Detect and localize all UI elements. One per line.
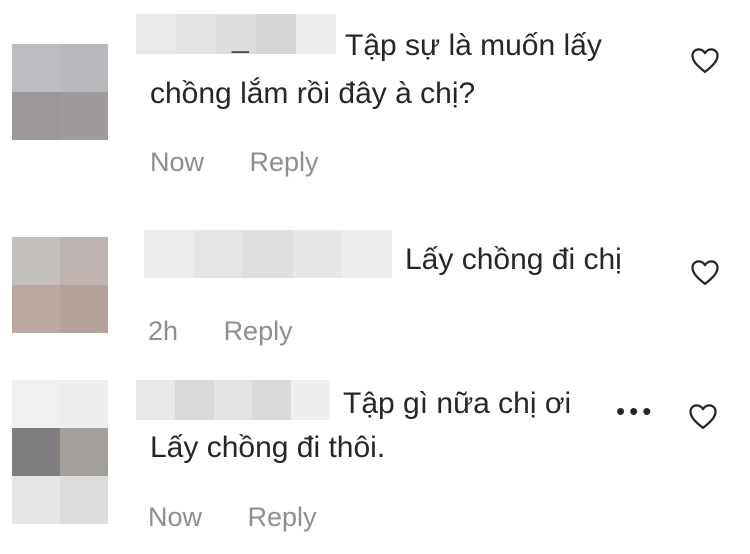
avatar-pixel xyxy=(60,380,108,428)
username-pixel xyxy=(296,14,336,54)
timestamp: 2h xyxy=(148,316,179,346)
avatar-pixel xyxy=(12,44,60,92)
reply-button[interactable]: Reply xyxy=(224,316,293,347)
avatar-pixel xyxy=(60,92,108,140)
username-pixel xyxy=(174,380,214,420)
username-pixel xyxy=(213,380,253,420)
avatar-pixel xyxy=(12,237,60,285)
username-blurred[interactable] xyxy=(144,230,392,278)
username-pixel xyxy=(144,230,194,278)
avatar-pixel xyxy=(12,428,60,476)
avatar-pixel xyxy=(60,237,108,285)
comment-text-line-1: Lấy chồng đi chị xyxy=(405,243,622,276)
comment-text-line-2: Lấy chồng đi thôi. xyxy=(150,431,386,464)
username-pixel xyxy=(292,230,343,278)
username-pixel xyxy=(291,380,330,420)
username-pixel xyxy=(193,230,244,278)
comment-meta: Now Reply xyxy=(150,147,319,178)
username-pixel xyxy=(342,230,392,278)
heart-icon[interactable] xyxy=(690,46,720,74)
comment-text-line-1: Tập sự là muốn lấy xyxy=(345,29,602,62)
comment-text-line-1: Tập gì nữa chị ơi xyxy=(343,387,572,420)
username-pixel xyxy=(136,380,175,420)
comment-text-line-2: chồng lắm rồi đây à chị? xyxy=(150,77,476,110)
heart-icon[interactable] xyxy=(690,258,720,286)
more-options-icon[interactable]: ••• xyxy=(616,396,655,427)
avatar[interactable] xyxy=(12,44,108,140)
heart-icon[interactable] xyxy=(688,402,718,430)
avatar-pixel xyxy=(12,92,60,140)
avatar-pixel xyxy=(12,476,60,524)
avatar-pixel xyxy=(60,428,108,476)
username-pixel xyxy=(252,380,292,420)
username-blurred[interactable] xyxy=(136,380,330,420)
reply-button[interactable]: Reply xyxy=(250,147,319,178)
comment-meta: Now Reply xyxy=(148,502,317,533)
username-suffix: _ xyxy=(232,21,249,54)
avatar-pixel xyxy=(12,285,60,333)
reply-button[interactable]: Reply xyxy=(248,502,317,533)
username-pixel xyxy=(256,14,296,54)
avatar-pixel xyxy=(12,380,60,428)
avatar-pixel xyxy=(60,285,108,333)
avatar-pixel xyxy=(60,476,108,524)
avatar[interactable] xyxy=(12,237,108,333)
timestamp: Now xyxy=(148,502,203,532)
comment-meta: 2h Reply xyxy=(148,316,293,347)
username-pixel xyxy=(176,14,216,54)
avatar-pixel xyxy=(60,44,108,92)
avatar[interactable] xyxy=(12,380,108,524)
username-pixel xyxy=(136,14,176,54)
username-pixel xyxy=(243,230,293,278)
timestamp: Now xyxy=(150,147,205,177)
